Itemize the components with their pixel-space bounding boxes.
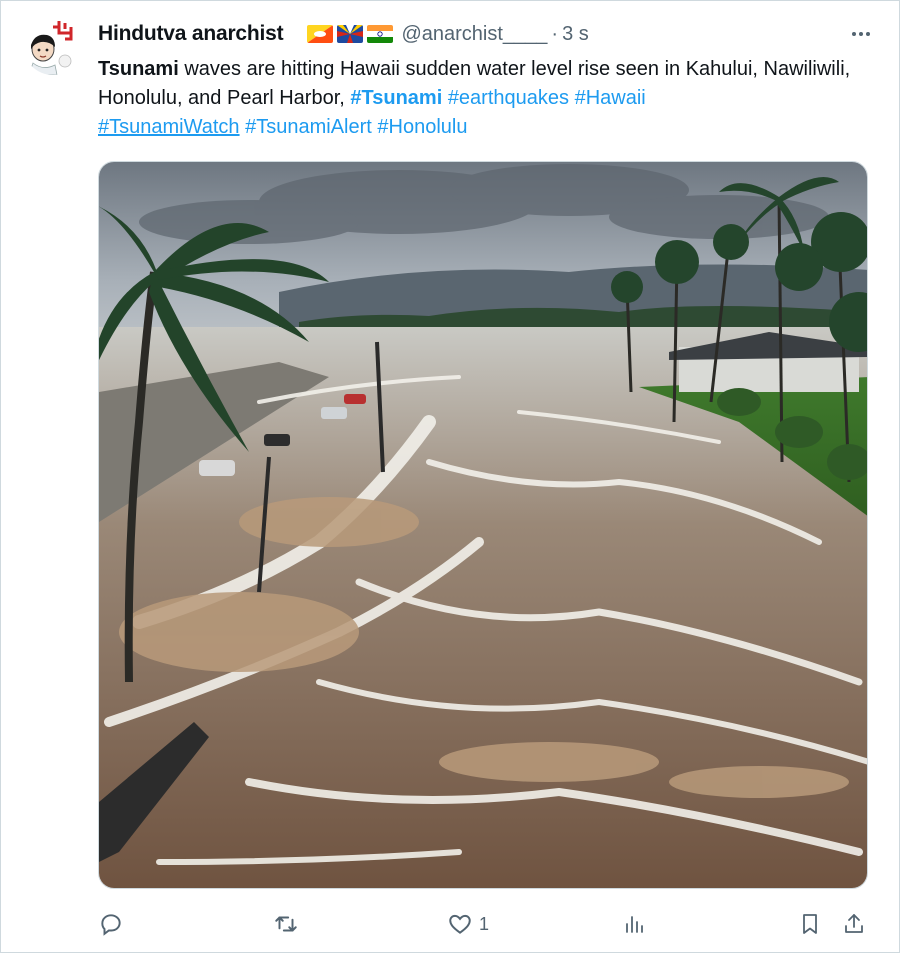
bookmark-icon [798,911,822,937]
tweet-text: Tsunami waves are hitting Hawaii sudden … [98,55,878,142]
like-count: 1 [479,913,490,934]
share-icon [842,911,866,937]
separator-dot: · [551,22,559,45]
views-button[interactable] [622,906,652,942]
hashtag-tsunamiwatch[interactable]: #TsunamiWatch [98,116,240,138]
avatar[interactable] [23,15,83,75]
bookmark-button[interactable] [798,906,822,942]
reply-button[interactable] [98,906,130,942]
hashtag-tsunamialert[interactable]: #TsunamiAlert [245,116,372,138]
tweet-card: Hindutva anarchist @anarchist____ · 3 s … [0,0,900,953]
bhutan-flag-icon [307,25,334,43]
reply-icon [98,911,124,937]
tweet-bold-lead: Tsunami [98,58,179,80]
retweet-button[interactable] [272,906,306,942]
hashtag-hawaii[interactable]: #Hawaii [575,87,646,109]
flag-emojis [307,25,394,43]
more-options-icon[interactable] [844,19,878,49]
display-name[interactable]: Hindutva anarchist [98,22,284,46]
india-flag-icon [367,25,394,43]
action-bar: 1 [98,906,868,942]
hashtag-honolulu[interactable]: #Honolulu [377,116,467,138]
user-handle[interactable]: @anarchist____ [401,23,547,46]
tweet-header: Hindutva anarchist @anarchist____ · 3 s [98,19,878,49]
views-icon [622,911,646,937]
tweet-media-image[interactable] [98,161,868,889]
timestamp[interactable]: 3 s [562,23,589,46]
reunion-flag-icon [337,25,364,43]
hashtag-earthquakes[interactable]: #earthquakes [448,87,569,109]
share-button[interactable] [842,906,866,942]
hashtag-tsunami[interactable]: #Tsunami [350,87,442,109]
like-button[interactable]: 1 [447,906,489,942]
retweet-icon [272,911,300,937]
heart-icon [447,911,473,937]
